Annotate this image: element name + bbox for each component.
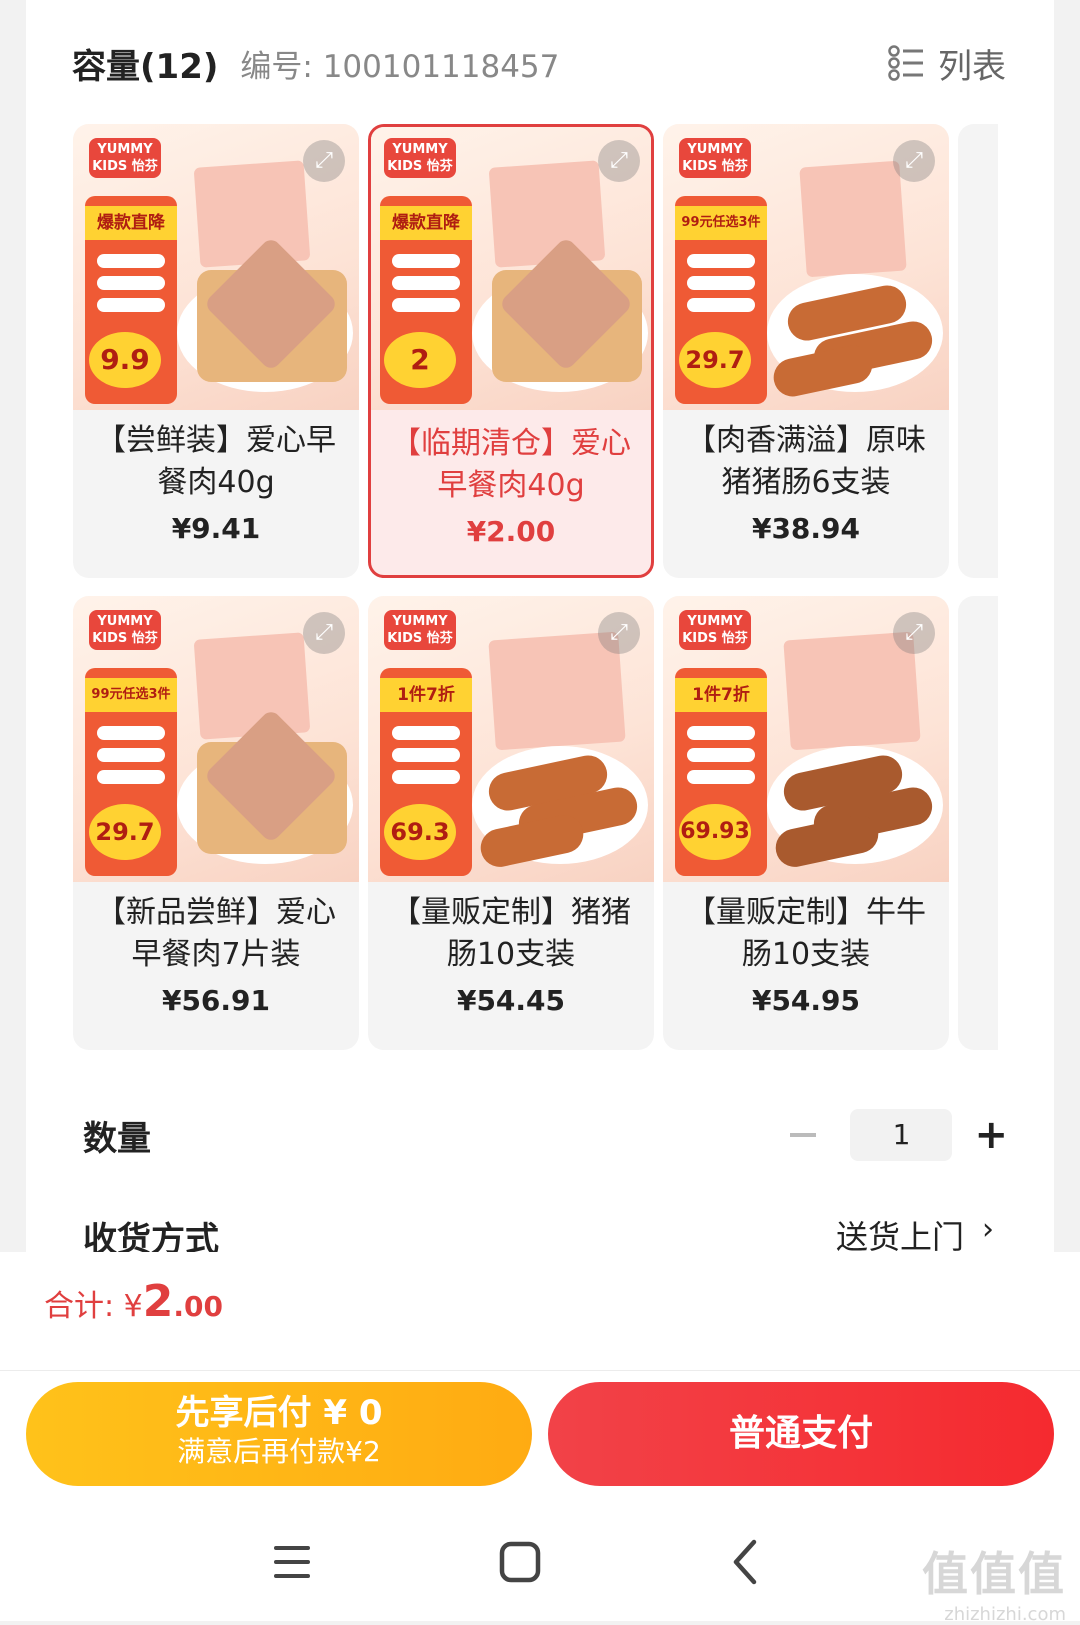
system-nav-bar: 值值值 zhizhizhi.com — [0, 1498, 1080, 1625]
site-watermark: 值值值 zhizhizhi.com — [922, 1538, 1066, 1625]
promo-tag: 99元任选3件 — [85, 678, 177, 712]
product-card[interactable]: 爆款直降 9.9 YUMMY KIDS 怡芬 ⤢ 【尝鲜装】爱心早餐肉40g ¥… — [73, 124, 359, 578]
product-grid: 爆款直降 9.9 YUMMY KIDS 怡芬 ⤢ 【尝鲜装】爱心早餐肉40g ¥… — [73, 124, 1033, 1074]
product-image: 99元任选3件 29.7 YUMMY KIDS 怡芬 ⤢ — [73, 596, 359, 882]
recent-apps-icon[interactable] — [262, 1532, 322, 1592]
product-image: 爆款直降 9.9 YUMMY KIDS 怡芬 ⤢ — [73, 124, 359, 410]
list-view-icon — [888, 45, 923, 81]
brand-logo: YUMMY KIDS 怡芬 — [679, 610, 751, 650]
product-name: 【量贩定制】牛牛肠10支装 — [686, 895, 926, 972]
price-badge: 2 — [384, 332, 456, 388]
pay-later-subtitle: 满意后再付款¥2 — [177, 1435, 381, 1468]
price-badge: 69.3 — [384, 804, 456, 860]
promo-tag: 爆款直降 — [380, 206, 472, 240]
product-price: ¥2.00 — [466, 515, 556, 548]
product-image: 爆款直降 2 YUMMY KIDS 怡芬 ⤢ — [371, 127, 651, 410]
sheet-header: 容量(12) 编号: 100101118457 列表 — [72, 38, 1006, 88]
product-card-selected[interactable]: 爆款直降 2 YUMMY KIDS 怡芬 ⤢ 【临期清仓】爱心早餐肉40g ¥2… — [368, 124, 654, 578]
price-badge: 29.7 — [89, 804, 161, 860]
home-icon[interactable] — [490, 1532, 550, 1592]
divider — [0, 1370, 1080, 1371]
watermark-url: zhizhizhi.com — [944, 1604, 1066, 1625]
expand-icon[interactable]: ⤢ — [303, 612, 345, 654]
price-badge: 29.7 — [679, 332, 751, 388]
expand-icon[interactable]: ⤢ — [893, 140, 935, 182]
product-card-peek[interactable] — [958, 596, 998, 1050]
pay-later-title: 先享后付 ¥ 0 — [175, 1393, 383, 1433]
product-name: 【临期清仓】爱心早餐肉40g — [391, 426, 631, 503]
shipping-label: 收货方式 — [83, 1220, 219, 1252]
product-image: 1件7折 69.3 YUMMY KIDS 怡芬 ⤢ — [368, 596, 654, 882]
total-amount-int: 2 — [142, 1276, 174, 1327]
brand-logo: YUMMY KIDS 怡芬 — [679, 138, 751, 178]
quantity-label: 数量 — [83, 1118, 151, 1159]
product-image: 1件7折 69.93 YUMMY KIDS 怡芬 ⤢ — [663, 596, 949, 882]
product-price: ¥54.45 — [456, 984, 566, 1017]
minus-icon[interactable] — [790, 1133, 817, 1137]
list-view-label: 列表 — [938, 46, 1006, 87]
total-currency: ¥ — [123, 1289, 143, 1324]
brand-logo: YUMMY KIDS 怡芬 — [384, 610, 456, 650]
expand-icon[interactable]: ⤢ — [303, 140, 345, 182]
product-price: ¥56.91 — [161, 984, 271, 1017]
product-price: ¥38.94 — [751, 512, 861, 545]
sku-selector-sheet: 容量(12) 编号: 100101118457 列表 爆款直降 9.9 YUMM… — [26, 0, 1054, 1252]
product-card[interactable]: 1件7折 69.3 YUMMY KIDS 怡芬 ⤢ 【量贩定制】猪猪肠10支装 … — [368, 596, 654, 1050]
product-name: 【量贩定制】猪猪肠10支装 — [391, 895, 631, 972]
promo-tag: 爆款直降 — [85, 206, 177, 240]
normal-pay-button[interactable]: 普通支付 — [548, 1382, 1054, 1486]
expand-icon[interactable]: ⤢ — [893, 612, 935, 654]
product-card[interactable]: 1件7折 69.93 YUMMY KIDS 怡芬 ⤢ 【量贩定制】牛牛肠10支装… — [663, 596, 949, 1050]
quantity-row: 数量 1 + — [83, 1105, 1008, 1165]
product-name: 【尝鲜装】爱心早餐肉40g — [96, 423, 336, 500]
product-name: 【肉香满溢】原味猪猪肠6支装 — [686, 423, 926, 500]
promo-tag: 1件7折 — [675, 678, 767, 712]
checkout-footer: 合计: ¥2.00 先享后付 ¥ 0 满意后再付款¥2 普通支付 值值值 zhi… — [0, 1252, 1080, 1625]
product-price: ¥9.41 — [171, 512, 261, 545]
quantity-stepper: 1 + — [790, 1109, 1008, 1161]
price-badge: 9.9 — [89, 332, 161, 388]
product-image: 99元任选3件 29.7 YUMMY KIDS 怡芬 ⤢ — [663, 124, 949, 410]
brand-logo: YUMMY KIDS 怡芬 — [89, 138, 161, 178]
shipping-method-row[interactable]: 收货方式 送货上门 › — [83, 1212, 994, 1252]
price-badge: 69.93 — [679, 804, 751, 860]
brand-logo: YUMMY KIDS 怡芬 — [89, 610, 161, 650]
capacity-title: 容量(12) — [72, 46, 219, 87]
total-amount-dec: .00 — [173, 1290, 223, 1323]
order-total: 合计: ¥2.00 — [44, 1276, 223, 1327]
product-card[interactable]: 99元任选3件 29.7 YUMMY KIDS 怡芬 ⤢ 【新品尝鲜】爱心早餐肉… — [73, 596, 359, 1050]
product-card-peek[interactable] — [958, 124, 998, 578]
sku-number: 编号: 100101118457 — [240, 48, 560, 85]
list-view-toggle[interactable]: 列表 — [888, 39, 1006, 88]
total-label: 合计: — [44, 1289, 115, 1324]
product-name: 【新品尝鲜】爱心早餐肉7片装 — [96, 895, 336, 972]
promo-tag: 99元任选3件 — [675, 206, 767, 240]
watermark-logo: 值值值 — [922, 1547, 1066, 1601]
plus-icon[interactable]: + — [974, 1115, 1008, 1155]
quantity-input[interactable]: 1 — [850, 1109, 953, 1161]
product-price: ¥54.95 — [751, 984, 861, 1017]
promo-tag: 1件7折 — [380, 678, 472, 712]
expand-icon[interactable]: ⤢ — [598, 612, 640, 654]
back-icon[interactable] — [716, 1532, 776, 1592]
expand-icon[interactable]: ⤢ — [598, 140, 640, 182]
chevron-right-icon: › — [982, 1212, 994, 1247]
brand-logo: YUMMY KIDS 怡芬 — [384, 138, 456, 178]
product-card[interactable]: 99元任选3件 29.7 YUMMY KIDS 怡芬 ⤢ 【肉香满溢】原味猪猪肠… — [663, 124, 949, 578]
shipping-value: 送货上门 — [835, 1218, 964, 1252]
pay-later-button[interactable]: 先享后付 ¥ 0 满意后再付款¥2 — [26, 1382, 532, 1486]
